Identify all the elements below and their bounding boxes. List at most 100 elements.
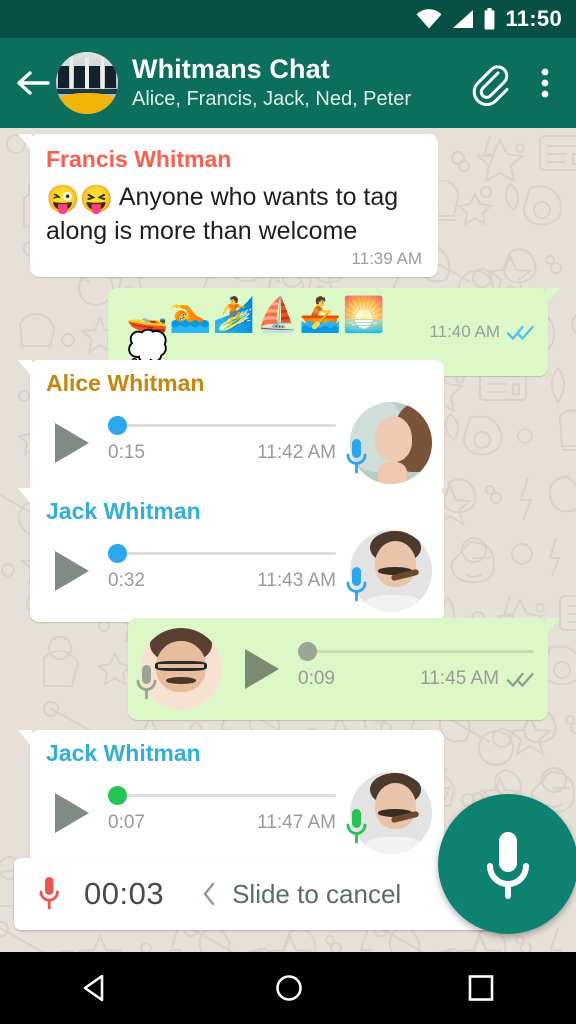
voice-progress-column: 0:32 11:43 AM: [108, 543, 336, 592]
voice-duration: 0:32: [108, 569, 145, 591]
voice-progress-track[interactable]: [108, 415, 336, 435]
play-button-icon[interactable]: [46, 417, 96, 469]
voice-message-bubble-incoming[interactable]: Alice Whitman 0:15 11:42 AM: [18, 360, 444, 494]
sender-avatar-wrapper: [346, 529, 432, 612]
voice-player: 0:09 11:45 AM: [136, 628, 534, 710]
message-timestamp: 11:39 AM: [351, 249, 422, 269]
mic-fab-icon: [487, 832, 529, 899]
message-emojis: 😜😝: [46, 183, 114, 214]
nav-recents-icon[interactable]: [465, 972, 497, 1004]
nav-home-icon[interactable]: [272, 971, 306, 1005]
avatar-shirt: [364, 837, 423, 854]
play-button-icon[interactable]: [46, 545, 96, 597]
voice-progress-knob[interactable]: [108, 543, 127, 563]
status-bar-clock: 11:50: [505, 6, 562, 31]
message-row-francis-text: Francis Whitman 😜😝 Anyone who wants to t…: [18, 134, 438, 278]
avatar-hull: [56, 92, 118, 114]
avatar-shirt: [364, 595, 423, 612]
recording-elapsed-time: 00:03: [84, 876, 165, 911]
avatar-moustache: [166, 677, 196, 684]
app-bar: Whitmans Chat Alice, Francis, Jack, Ned,…: [0, 38, 576, 128]
voice-track-line: [116, 423, 336, 427]
voice-message-bubble-outgoing[interactable]: 0:09 11:45 AM: [128, 618, 560, 720]
sender-name: Francis Whitman: [46, 146, 232, 172]
message-row-alice-voice: Alice Whitman 0:15 11:42 AM: [18, 360, 444, 494]
overflow-menu-icon[interactable]: [530, 60, 560, 106]
participants-list: Alice, Francis, Jack, Ned, Peter: [132, 87, 411, 110]
voice-progress-knob[interactable]: [298, 642, 317, 661]
chat-titles[interactable]: Whitmans Chat Alice, Francis, Jack, Ned,…: [132, 54, 460, 111]
voice-player: 0:15 11:42 AM: [46, 401, 432, 484]
avatar-window-3: [89, 65, 100, 88]
message-timestamp: 11:45 AM: [420, 668, 499, 689]
cellular-signal-icon: [453, 10, 474, 28]
message-emojis: 🚤🏊🏄⛵🚣🌅💭: [126, 296, 387, 368]
back-arrow-icon[interactable]: [12, 62, 54, 104]
voice-progress-column: 0:07 11:47 AM: [108, 785, 336, 834]
chat-scroll-area[interactable]: Francis Whitman 😜😝 Anyone who wants to t…: [0, 128, 576, 952]
avatar-window-4: [104, 65, 116, 88]
play-button-icon[interactable]: [236, 643, 286, 695]
nav-back-icon[interactable]: [79, 971, 113, 1005]
voice-progress-track[interactable]: [298, 642, 534, 661]
voice-progress-track[interactable]: [108, 785, 336, 805]
play-button-icon[interactable]: [46, 787, 96, 839]
message-timestamp: 11:40 AM: [429, 322, 500, 341]
voice-meta: 0:07 11:47 AM: [108, 812, 336, 834]
avatar-face: [374, 416, 413, 463]
voice-player: 0:32 11:43 AM: [46, 529, 432, 612]
voice-message-bubble-incoming[interactable]: Jack Whitman 0:07 11:47 AM: [18, 730, 444, 864]
voice-progress-column: 0:09 11:45 AM: [298, 642, 534, 690]
group-avatar[interactable]: [56, 52, 118, 114]
sender-name: Alice Whitman: [46, 370, 205, 396]
battery-icon: [485, 8, 495, 30]
avatar-post-2: [85, 56, 89, 90]
avatar-post-1: [69, 56, 74, 90]
avatar-post-3: [100, 56, 105, 90]
voice-mic-icon-new: [346, 808, 367, 843]
voice-progress-knob[interactable]: [108, 415, 127, 435]
wifi-icon: [416, 9, 442, 29]
sender-avatar-wrapper: [346, 771, 432, 854]
chevron-left-icon: [203, 882, 215, 906]
voice-meta: 0:32 11:43 AM: [108, 570, 336, 592]
voice-mic-icon-unplayed: [346, 438, 367, 473]
message-meta: 11:40 AM: [417, 322, 534, 342]
voice-progress-column: 0:15 11:42 AM: [108, 415, 336, 464]
paperclip-icon[interactable]: [466, 60, 512, 106]
voice-progress-knob[interactable]: [108, 785, 127, 805]
voice-message-bubble-incoming[interactable]: Jack Whitman 0:32 11:43 AM: [18, 488, 444, 622]
voice-progress-track[interactable]: [108, 543, 336, 563]
voice-meta: 0:15 11:42 AM: [108, 442, 336, 464]
sender-name: Jack Whitman: [46, 740, 201, 766]
message-timestamp: 11:43 AM: [257, 569, 336, 591]
recording-mic-icon: [39, 877, 59, 910]
message-row-outgoing-voice: 0:09 11:45 AM: [128, 618, 560, 720]
voice-duration: 0:09: [298, 668, 335, 689]
voice-mic-icon-unplayed: [346, 566, 367, 601]
mic-fab-button[interactable]: [438, 794, 576, 934]
message-row-jack-voice-2: Jack Whitman 0:07 11:47 AM: [18, 730, 444, 864]
message-bubble-incoming[interactable]: Francis Whitman 😜😝 Anyone who wants to t…: [18, 134, 438, 278]
recording-bar[interactable]: 00:03 Slide to cancel: [14, 858, 496, 930]
message-timestamp: 11:47 AM: [257, 811, 336, 833]
avatar-glasses: [154, 660, 208, 672]
sender-name: Jack Whitman: [46, 498, 201, 524]
voice-duration: 0:15: [108, 441, 145, 463]
voice-duration: 0:07: [108, 811, 145, 833]
message-timestamp: 11:42 AM: [257, 441, 336, 463]
message-row-jack-voice-1: Jack Whitman 0:32 11:43 AM: [18, 488, 444, 622]
avatar-hand: [377, 462, 408, 484]
voice-mic-icon-played: [136, 665, 157, 700]
page-title: Whitmans Chat: [132, 54, 330, 85]
android-nav-bar: [0, 952, 576, 1024]
status-bar: 11:50: [0, 0, 576, 38]
message-meta: 11:39 AM: [46, 249, 422, 269]
read-double-check-icon: [507, 672, 534, 687]
message-text: 😜😝 Anyone who wants to tag along is more…: [46, 182, 422, 248]
voice-player: 0:07 11:47 AM: [46, 771, 432, 854]
avatar-window-1: [58, 65, 69, 88]
phone-screen: 11:50 Whitmans Chat Alice, Francis, Jack…: [0, 0, 576, 1024]
self-avatar-wrapper: [136, 628, 222, 710]
read-double-check-icon: [507, 325, 534, 340]
